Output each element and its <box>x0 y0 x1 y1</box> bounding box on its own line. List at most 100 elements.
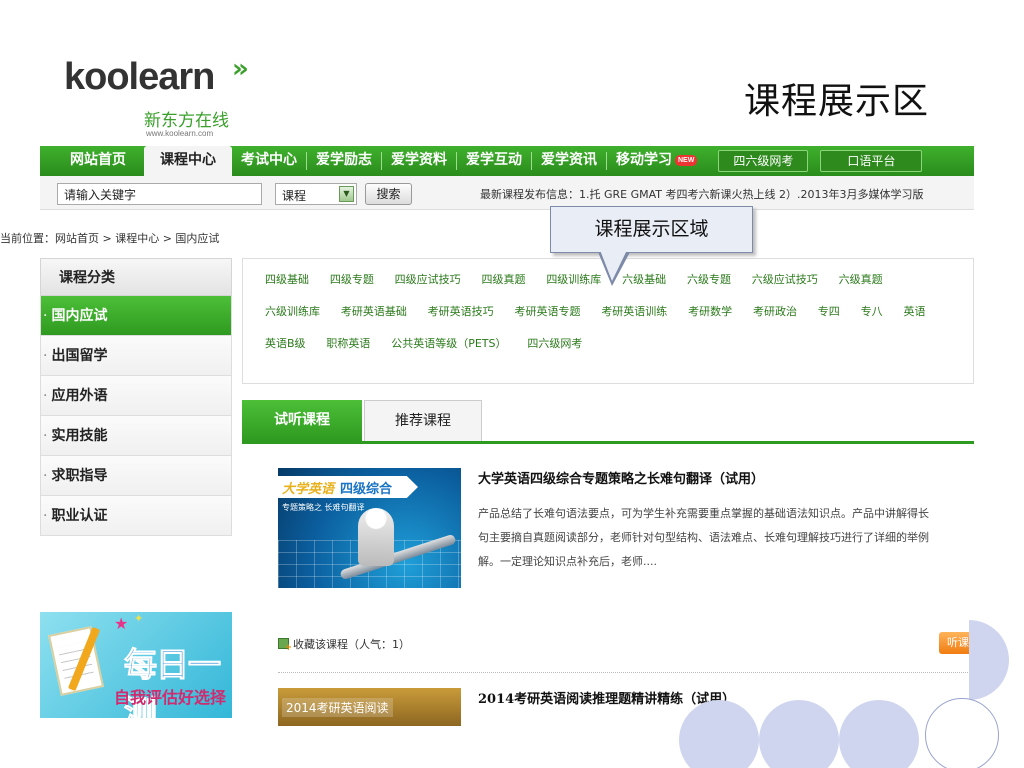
nav-item-course-center[interactable]: 课程中心 <box>144 146 232 176</box>
decorative-circle-outline <box>925 698 999 768</box>
sidebar-item-label: 职业认证 <box>51 508 108 524</box>
course-description: 产品总结了长难句语法要点，可为学生补充需要重点掌握的基础语法知识点。产品中讲解得… <box>478 502 974 574</box>
category-link[interactable]: 四级真题 <box>481 273 525 286</box>
nav-item-news[interactable]: 爱学资讯 <box>532 146 606 176</box>
figure-illustration <box>358 508 394 566</box>
bullet-icon: · <box>43 348 48 364</box>
chevron-down-icon[interactable]: ▼ <box>339 186 354 202</box>
course-title[interactable]: 2014考研英语阅读推理题精讲精练（试用） <box>478 688 735 707</box>
category-link[interactable]: 专四 <box>818 305 840 318</box>
category-link[interactable]: 职称英语 <box>326 337 370 350</box>
course-thumbnail[interactable]: 2014考研英语阅读 <box>278 688 461 726</box>
bullet-icon: · <box>43 508 48 524</box>
daily-test-banner[interactable]: ★ ✦ 每日一测 自我评估好选择 <box>40 612 232 718</box>
thumbnail-text: 四级综合 <box>340 482 393 497</box>
thumbnail-text: 专题策略之 长难句翻译 <box>282 503 365 512</box>
category-link[interactable]: 考研英语专题 <box>514 305 580 318</box>
logo-wordmark: koolearn <box>64 56 215 98</box>
sidebar-item-practical-skills[interactable]: · 实用技能 <box>40 416 232 456</box>
sidebar-item-label: 国内应试 <box>51 308 108 324</box>
search-type-select[interactable]: 课程 ▼ <box>275 183 357 205</box>
new-badge: NEW <box>675 154 698 166</box>
search-type-value: 课程 <box>282 189 307 203</box>
sidebar-item-certification[interactable]: · 职业认证 <box>40 496 232 536</box>
nav-item-inspiration[interactable]: 爱学励志 <box>307 146 381 176</box>
bookmark-add-icon <box>278 638 292 653</box>
category-link[interactable]: 四级训练库 <box>546 273 601 286</box>
slide-title: 课程展示区 <box>744 81 930 122</box>
promo-subtitle: 自我评估好选择 <box>114 688 227 707</box>
nav-button-cet-online[interactable]: 四六级网考 <box>718 150 809 172</box>
category-link[interactable]: 考研英语训练 <box>601 305 667 318</box>
nav-item-home[interactable]: 网站首页 <box>40 146 144 176</box>
tab-trial-courses[interactable]: 试听课程 <box>242 400 362 441</box>
category-sidebar: 课程分类 · 国内应试 · 出国留学 · 应用外语 · 实用技能 · 求职指导 · 职业认证 <box>40 258 232 536</box>
tab-recommended-courses[interactable]: 推荐课程 <box>364 400 482 441</box>
category-link[interactable]: 四级专题 <box>330 273 374 286</box>
sidebar-item-label: 应用外语 <box>51 388 108 404</box>
bullet-icon: · <box>43 388 48 404</box>
sidebar-item-job-guidance[interactable]: · 求职指导 <box>40 456 232 496</box>
nav-button-speaking[interactable]: 口语平台 <box>820 150 923 172</box>
course-thumbnail[interactable]: 大学英语 四级综合 专题策略之 长难句翻译 <box>278 468 461 588</box>
nav-item-mobile[interactable]: 移动学习 NEW <box>607 146 706 176</box>
bullet-icon: · <box>43 308 48 324</box>
favorite-label: 收藏该课程（人气：1） <box>293 638 410 651</box>
category-link[interactable]: 四级基础 <box>265 273 309 286</box>
category-link[interactable]: 考研数学 <box>688 305 732 318</box>
star-icon: ✦ <box>134 612 144 625</box>
breadcrumb: 当前位置：网站首页 > 课程中心 > 国内应试 <box>0 232 220 245</box>
logo-arrows-icon: » <box>232 54 249 84</box>
search-input[interactable]: 请输入关键字 <box>57 183 262 205</box>
logo-cn-name: 新东方在线 <box>144 111 229 131</box>
description-line: 解。一定理论知识点补充后，老师.... <box>478 555 657 568</box>
category-link[interactable]: 六级专题 <box>687 273 731 286</box>
main-nav: 网站首页 课程中心 考试中心 爱学励志 爱学资料 爱学互动 爱学资讯 移动学习 N… <box>40 146 974 176</box>
category-link[interactable]: 公共英语等级（PETS） <box>391 337 506 350</box>
nav-item-exam-center[interactable]: 考试中心 <box>232 146 306 176</box>
category-link[interactable]: 专八 <box>861 305 883 318</box>
star-icon: ★ <box>114 614 129 633</box>
nav-item-mobile-label: 移动学习 <box>616 152 672 168</box>
search-bar: 请输入关键字 课程 ▼ 搜索 最新课程发布信息：1.托 GRE GMAT 考四考… <box>40 176 974 210</box>
sidebar-item-label: 出国留学 <box>51 348 108 364</box>
category-link[interactable]: 六级真题 <box>839 273 883 286</box>
category-link[interactable]: 四六级网考 <box>527 337 582 350</box>
course-divider <box>278 672 974 673</box>
sidebar-item-study-abroad[interactable]: · 出国留学 <box>40 336 232 376</box>
thumbnail-text: 大学英语 <box>282 482 335 497</box>
koolearn-logo[interactable]: koolearn » 新东方在线 www.koolearn.com <box>64 54 249 148</box>
category-link[interactable]: 四级应试技巧 <box>395 273 461 286</box>
nav-item-materials[interactable]: 爱学资料 <box>382 146 456 176</box>
news-ticker[interactable]: 最新课程发布信息：1.托 GRE GMAT 考四考六新课火热上线 2）.2013… <box>480 186 974 202</box>
category-link[interactable]: 英语 <box>903 305 925 318</box>
search-button[interactable]: 搜索 <box>365 183 412 205</box>
callout-label: 课程展示区域 <box>550 206 753 253</box>
description-line: 产品总结了长难句语法要点，可为学生补充需要重点掌握的基础语法知识点。产品中讲解得… <box>478 507 929 520</box>
sidebar-item-label: 实用技能 <box>51 428 108 444</box>
description-line: 句主要摘自真题阅读部分，老师针对句型结构、语法难点、长难句理解技巧进行了详细的举… <box>478 531 929 544</box>
callout-pointer <box>598 250 630 286</box>
sidebar-item-domestic-exams[interactable]: · 国内应试 <box>40 296 232 336</box>
course-title[interactable]: 大学英语四级综合专题策略之长难句翻译（试用） <box>478 468 764 487</box>
category-row: 六级训练库 考研英语基础 考研英语技巧 考研英语专题 考研英语训练 考研数学 考… <box>265 303 973 335</box>
logo-url: www.koolearn.com <box>146 129 214 138</box>
sidebar-heading: 课程分类 <box>40 258 232 296</box>
favorite-course-link[interactable]: 收藏该课程（人气：1） <box>278 636 410 653</box>
category-link[interactable]: 六级训练库 <box>265 305 320 318</box>
sidebar-item-label: 求职指导 <box>51 468 108 484</box>
sidebar-item-applied-languages[interactable]: · 应用外语 <box>40 376 232 416</box>
nav-item-interaction[interactable]: 爱学互动 <box>457 146 531 176</box>
bullet-icon: · <box>43 428 48 444</box>
category-link[interactable]: 考研政治 <box>753 305 797 318</box>
bullet-icon: · <box>43 468 48 484</box>
listen-button[interactable]: 听课 <box>939 632 974 654</box>
category-link[interactable]: 英语B级 <box>265 337 306 350</box>
category-link[interactable]: 考研英语技巧 <box>428 305 494 318</box>
category-link[interactable]: 六级应试技巧 <box>752 273 818 286</box>
category-row: 英语B级 职称英语 公共英语等级（PETS） 四六级网考 <box>265 335 973 367</box>
course-item: 大学英语 四级综合 专题策略之 长难句翻译 大学英语四级综合专题策略之长难句翻译… <box>278 466 974 676</box>
course-tabs: 试听课程 推荐课程 <box>242 400 974 444</box>
category-link[interactable]: 考研英语基础 <box>341 305 407 318</box>
thumbnail-text: 2014考研英语阅读 <box>282 698 393 717</box>
